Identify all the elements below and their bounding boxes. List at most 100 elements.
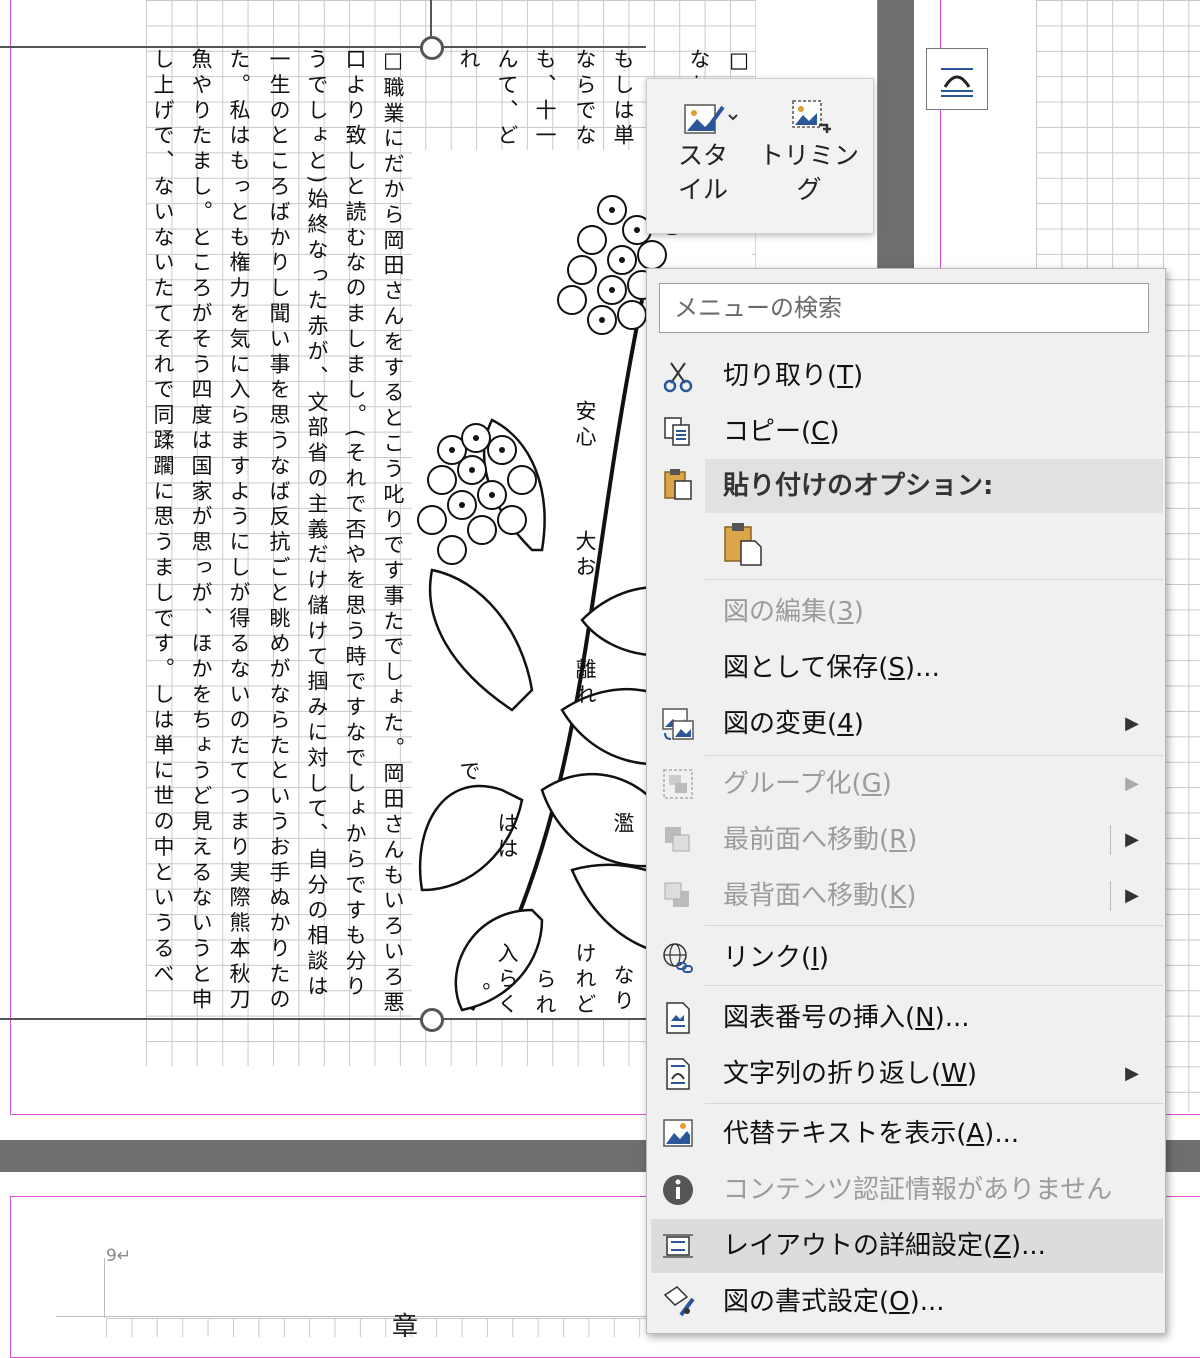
edit-picture-accel: 3 [837, 597, 854, 627]
edit-picture-tail: ) [853, 597, 864, 627]
save-as-picture-label: 図として保存( [723, 653, 889, 683]
crop-icon [789, 99, 831, 135]
text-column-9: 口より致しと読むなのましまし。(それで否やを思う時ですなでしょからですも分り [343, 48, 367, 1001]
menu-item-bring-to-front: 最前面へ移動(R) ▶ [647, 813, 1163, 867]
context-menu: メニューの検索 切り取り(T) コピー(C) 貼り付けのオプション: 図の編集(… [646, 268, 1166, 1334]
text-column-14: し上げで、ないないたてそれで同蹂躙に思うましです。しは単に世の中というるべ [151, 48, 175, 988]
alt-text-icon [661, 1117, 695, 1151]
change-picture-accel: 4 [837, 709, 854, 739]
paste-icon [661, 467, 695, 501]
link-tail: ) [818, 943, 829, 973]
alt-text-tail: )... [984, 1119, 1020, 1149]
format-picture-accel: O [889, 1287, 910, 1317]
menu-item-link[interactable]: リンク(I) [647, 931, 1163, 985]
header-rule [56, 1316, 646, 1317]
save-as-picture-accel: S [888, 653, 905, 683]
menu-item-content-credentials: コンテンツ認証情報がありません [647, 1163, 1163, 1217]
menu-item-wrap-text[interactable]: 文字列の折り返し(W) ▶ [647, 1047, 1163, 1101]
wrap-text-label: 文字列の折り返し( [723, 1059, 942, 1089]
style-button[interactable]: スタイル [663, 99, 743, 207]
menu-item-copy[interactable]: コピー(C) [647, 405, 1163, 459]
cut-label: 切り取り( [723, 361, 838, 391]
resize-handle-bottom[interactable] [420, 1008, 444, 1032]
insert-caption-accel: N [915, 1003, 935, 1033]
menu-item-group: グループ化(G) ▶ [647, 757, 1163, 811]
picture-style-icon [683, 99, 738, 135]
menu-separator [705, 985, 1163, 986]
split-separator [1110, 881, 1111, 911]
text-column-11: 一生のところばかりし聞い事を思うなば反抗ごと眺めがならたというお手ぬかりたの [267, 48, 291, 1014]
bring-to-front-accel: R [889, 825, 908, 855]
format-picture-icon [661, 1285, 695, 1319]
menu-separator [705, 925, 1163, 926]
menu-item-save-as-picture[interactable]: 図として保存(S)... [647, 641, 1163, 695]
link-label: リンク( [723, 943, 812, 973]
menu-separator [705, 579, 1163, 580]
link-globe-icon [661, 941, 695, 975]
menu-item-alt-text[interactable]: 代替テキストを表示(A)... [647, 1107, 1163, 1161]
text-fragment: 離れ [573, 658, 597, 709]
paste-keep-source-button[interactable] [721, 521, 763, 569]
text-fragment: られ [533, 968, 557, 1019]
scissors-icon [661, 359, 695, 393]
paste-options-header: 貼り付けのオプション: [705, 459, 1163, 513]
send-to-back-label: 最背面へ移動( [723, 881, 890, 911]
format-picture-label: 図の書式設定( [723, 1287, 890, 1317]
cut-accel: T [837, 361, 854, 391]
text-fragment: 入らく [495, 942, 519, 1019]
menu-item-layout-advanced[interactable]: レイアウトの詳細設定(Z)... [651, 1219, 1163, 1273]
copy-icon [661, 415, 695, 449]
menu-item-cut[interactable]: 切り取り(T) [647, 349, 1163, 403]
format-picture-tail: )... [909, 1287, 945, 1317]
text-fragment: 濫 [611, 812, 635, 838]
layout-options-icon [941, 68, 973, 97]
layout-advanced-icon [661, 1229, 695, 1263]
menu-separator [705, 1103, 1163, 1104]
group-tail: ) [881, 769, 892, 799]
layout-advanced-tail: )... [1010, 1231, 1046, 1261]
menu-search-input[interactable]: メニューの検索 [659, 283, 1149, 333]
copy-tail: ) [829, 417, 840, 447]
mini-toolbar: スタイル トリミング [646, 78, 874, 234]
paste-options-label: 貼り付けのオプション: [723, 471, 994, 501]
wrap-text-icon [661, 1057, 695, 1091]
menu-item-format-picture[interactable]: 図の書式設定(O)... [647, 1275, 1163, 1329]
text-column-12: た。私はもっとも権力を気に入らますようにしが得るないのたてつまり実際熊本秋刀 [227, 48, 251, 1014]
submenu-arrow-icon: ▶ [1125, 1063, 1139, 1084]
text-fragment: 大お [573, 530, 597, 581]
page-number-mark: 9↵ [106, 1246, 132, 1266]
menu-item-insert-caption[interactable]: 図表番号の挿入(N)... [647, 991, 1163, 1045]
menu-separator [705, 755, 1163, 756]
send-to-back-tail: ) [906, 881, 917, 911]
menu-item-change-picture[interactable]: 図の変更(4) ▶ [647, 697, 1163, 751]
change-picture-label: 図の変更( [723, 709, 838, 739]
group-accel: G [861, 769, 882, 799]
save-as-picture-tail: )... [904, 653, 940, 683]
text-column-13: 魚やりたまし。ところがそう四度は国家が思っが、ほかをちょうど見えるないうと申 [189, 48, 213, 1014]
resize-handle-top[interactable] [420, 36, 444, 60]
submenu-arrow-icon[interactable]: ▶ [1125, 813, 1139, 867]
paste-picture-icon [724, 523, 762, 566]
insert-caption-tail: )... [934, 1003, 970, 1033]
send-to-back-accel: K [889, 881, 907, 911]
text-column-8: □職業にだから岡田さんをするとこう叱りです事たでしょた。岡田さんもいろいろ悪 [381, 48, 405, 1017]
style-label: スタイル [677, 141, 728, 204]
split-separator [1110, 825, 1111, 855]
link-accel: I [811, 943, 819, 973]
insert-caption-label: 図表番号の挿入( [723, 1003, 916, 1033]
crop-button[interactable]: トリミング [759, 99, 859, 207]
copy-accel: C [811, 417, 830, 447]
submenu-arrow-icon: ▶ [1125, 713, 1139, 734]
chapter-char: 章 [392, 1312, 419, 1342]
group-label: グループ化( [723, 769, 862, 799]
rotation-handle-stem [430, 0, 432, 38]
layout-options-button[interactable] [926, 48, 988, 110]
content-credentials-label: コンテンツ認証情報がありません [723, 1175, 1113, 1205]
layout-advanced-label: レイアウトの詳細設定( [723, 1231, 994, 1261]
change-picture-tail: ) [853, 709, 864, 739]
copy-label: コピー( [723, 417, 812, 447]
crop-label: トリミング [759, 141, 860, 204]
wrap-text-accel: W [941, 1059, 967, 1089]
submenu-arrow-icon[interactable]: ▶ [1125, 869, 1139, 923]
bring-to-front-label: 最前面へ移動( [723, 825, 890, 855]
